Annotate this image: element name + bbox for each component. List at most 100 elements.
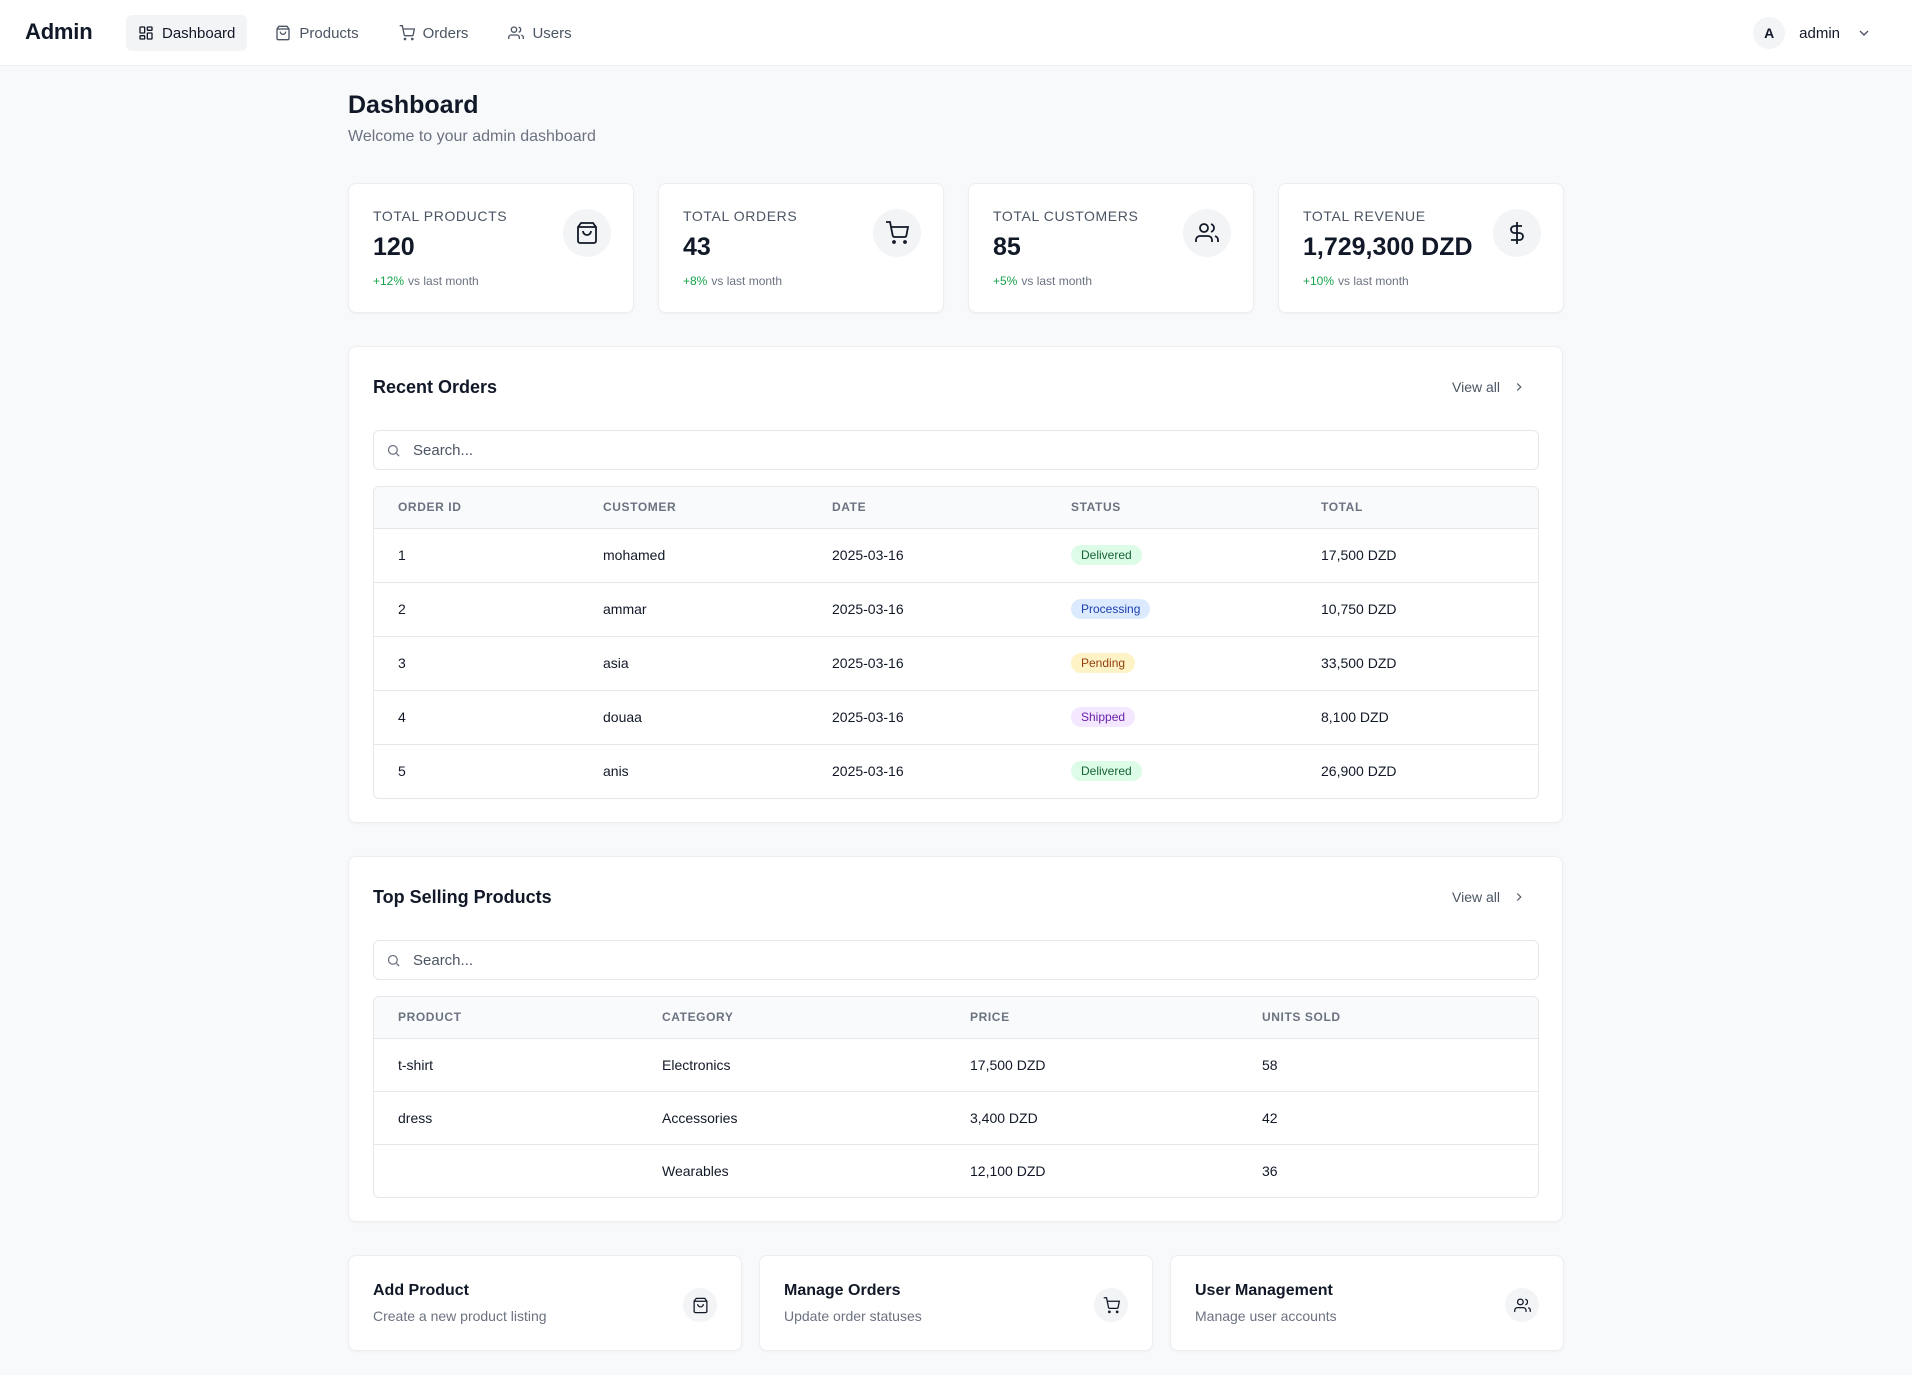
product-name: dress — [374, 1091, 638, 1145]
orders-table-wrap: Order ID Customer Date Status Total 1 mo… — [373, 486, 1539, 799]
product-name — [374, 1144, 638, 1197]
avatar[interactable]: A — [1753, 17, 1786, 49]
order-date: 2025-03-16 — [808, 690, 1047, 745]
orders-table: Order ID Customer Date Status Total 1 mo… — [374, 487, 1538, 798]
product-price: 12,100 DZD — [970, 1162, 1046, 1179]
manage-orders-card[interactable]: Manage Orders Update order statuses — [759, 1255, 1153, 1351]
add-product-card[interactable]: Add Product Create a new product listing — [348, 1255, 742, 1351]
table-row[interactable]: 2 ammar 2025-03-16 Processing 10,750 DZD — [374, 582, 1538, 637]
order-total: 26,900 DZD — [1321, 763, 1397, 780]
order-total: 10,750 DZD — [1297, 582, 1538, 637]
status-badge: Delivered — [1071, 761, 1142, 782]
product-category: Wearables — [662, 1162, 729, 1179]
table-row[interactable]: Wearables 12,100 DZD 36 — [374, 1144, 1538, 1197]
order-id: 4 — [374, 690, 579, 745]
nav-item-users[interactable]: Users — [496, 15, 583, 51]
column-header[interactable]: Product — [374, 997, 638, 1039]
orders-search-box — [373, 430, 1539, 470]
top-products-panel: Top Selling Products View all Product Ca… — [348, 856, 1563, 1222]
column-header[interactable]: Total — [1297, 487, 1538, 529]
table-row[interactable]: dress Accessories 3,400 DZD 42 — [374, 1091, 1538, 1145]
table-row[interactable]: 3 asia 2025-03-16 Pending 33,500 DZD — [374, 636, 1538, 691]
chevron-down-icon[interactable] — [1856, 25, 1872, 41]
dollar-icon — [1493, 209, 1541, 257]
stat-delta: +8% vs last month — [683, 274, 919, 288]
nav-item-label: Dashboard — [162, 24, 236, 42]
stat-card-products: Total Products 120 +12% vs last month — [348, 183, 634, 313]
status-badge: Pending — [1071, 653, 1136, 673]
view-all-label: View all — [1452, 889, 1500, 905]
stat-card-customers: Total Customers 85 +5% vs last month — [968, 183, 1254, 313]
view-all-products-link[interactable]: View all — [1452, 889, 1526, 905]
order-status-cell: Processing — [1047, 582, 1297, 637]
order-customer: asia — [579, 636, 808, 691]
delta-suffix: vs last month — [1021, 274, 1093, 288]
bag-icon — [276, 25, 291, 41]
action-title: Add Product — [373, 1282, 469, 1299]
order-date: 2025-03-16 — [808, 636, 1047, 691]
order-id: 1 — [374, 528, 579, 583]
table-row[interactable]: 1 mohamed 2025-03-16 Delivered 17,500 DZ… — [374, 528, 1538, 583]
status-badge: Shipped — [1071, 707, 1136, 727]
bag-icon — [563, 209, 611, 257]
delta-value: +5% — [993, 274, 1018, 288]
product-units: 58 — [1238, 1038, 1538, 1092]
quick-actions: Add Product Create a new product listing… — [348, 1255, 1564, 1351]
table-row[interactable]: 4 douaa 2025-03-16 Shipped 8,100 DZD — [374, 690, 1538, 745]
delta-value: +10% — [1303, 274, 1335, 288]
orders-search-input[interactable] — [413, 441, 1513, 459]
table-row[interactable]: t-shirt Electronics 17,500 DZD 58 — [374, 1038, 1538, 1092]
table-row[interactable]: 5 anis 2025-03-16 Delivered 26,900 DZD — [374, 744, 1538, 798]
products-search-box — [373, 940, 1539, 980]
products-search-input[interactable] — [413, 951, 1513, 969]
brand-logo[interactable]: Admin — [25, 19, 93, 45]
order-date: 2025-03-16 — [808, 582, 1047, 637]
order-total: 8,100 DZD — [1297, 690, 1538, 745]
search-icon — [387, 444, 400, 457]
product-name: t-shirt — [374, 1038, 638, 1092]
product-units: 36 — [1262, 1162, 1278, 1179]
action-title: User Management — [1195, 1282, 1333, 1299]
stat-card-revenue: Total Revenue 1,729,300 DZD +10% vs last … — [1278, 183, 1564, 313]
column-header[interactable]: Order ID — [374, 487, 579, 529]
order-total: 33,500 DZD — [1297, 636, 1538, 691]
status-badge: Delivered — [1071, 545, 1142, 565]
stat-card-orders: Total Orders 43 +8% vs last month — [658, 183, 944, 313]
action-description: Create a new product listing — [373, 1308, 547, 1324]
product-price: 3,400 DZD — [946, 1091, 1238, 1145]
column-header[interactable]: Units Sold — [1238, 997, 1538, 1039]
column-header[interactable]: Customer — [579, 487, 808, 529]
delta-suffix: vs last month — [408, 274, 479, 288]
nav-item-dashboard[interactable]: Dashboard — [126, 15, 248, 51]
products-table: Product Category Price Units Sold t-shir… — [374, 997, 1538, 1197]
action-title: Manage Orders — [784, 1282, 901, 1299]
stats-grid: Total Products 120 +12% vs last month Tot… — [348, 183, 1564, 313]
nav-item-orders[interactable]: Orders — [387, 15, 481, 51]
users-icon — [508, 26, 525, 39]
order-date: 2025-03-16 — [808, 528, 1047, 583]
nav-item-label: Orders — [422, 24, 469, 42]
order-customer: mohamed — [579, 528, 808, 583]
view-all-orders-link[interactable]: View all — [1452, 379, 1526, 395]
cart-icon — [873, 209, 921, 257]
top-navbar: Admin Dashboard Products Orders Users A … — [0, 0, 1912, 66]
users-icon — [1183, 209, 1231, 257]
user-menu[interactable]: A admin — [1753, 17, 1872, 49]
nav-item-label: Users — [532, 24, 572, 42]
page-subtitle: Welcome to your admin dashboard — [348, 128, 596, 145]
user-management-card[interactable]: User Management Manage user accounts — [1170, 1255, 1564, 1351]
order-date: 2025-03-16 — [832, 763, 904, 780]
table-header-row: Order ID Customer Date Status Total — [374, 487, 1538, 529]
main-nav: Dashboard Products Orders Users — [126, 15, 584, 51]
order-customer: anis — [603, 763, 629, 780]
column-header[interactable]: Price — [946, 997, 1238, 1039]
nav-item-products[interactable]: Products — [263, 15, 370, 51]
panel-title: Recent Orders — [373, 377, 498, 397]
column-header[interactable]: Date — [808, 487, 1047, 529]
order-customer: ammar — [579, 582, 808, 637]
dashboard-icon — [139, 26, 153, 40]
bag-icon — [683, 1288, 717, 1322]
column-header[interactable]: Status — [1047, 487, 1297, 529]
order-id: 2 — [374, 582, 579, 637]
column-header[interactable]: Category — [638, 997, 946, 1039]
